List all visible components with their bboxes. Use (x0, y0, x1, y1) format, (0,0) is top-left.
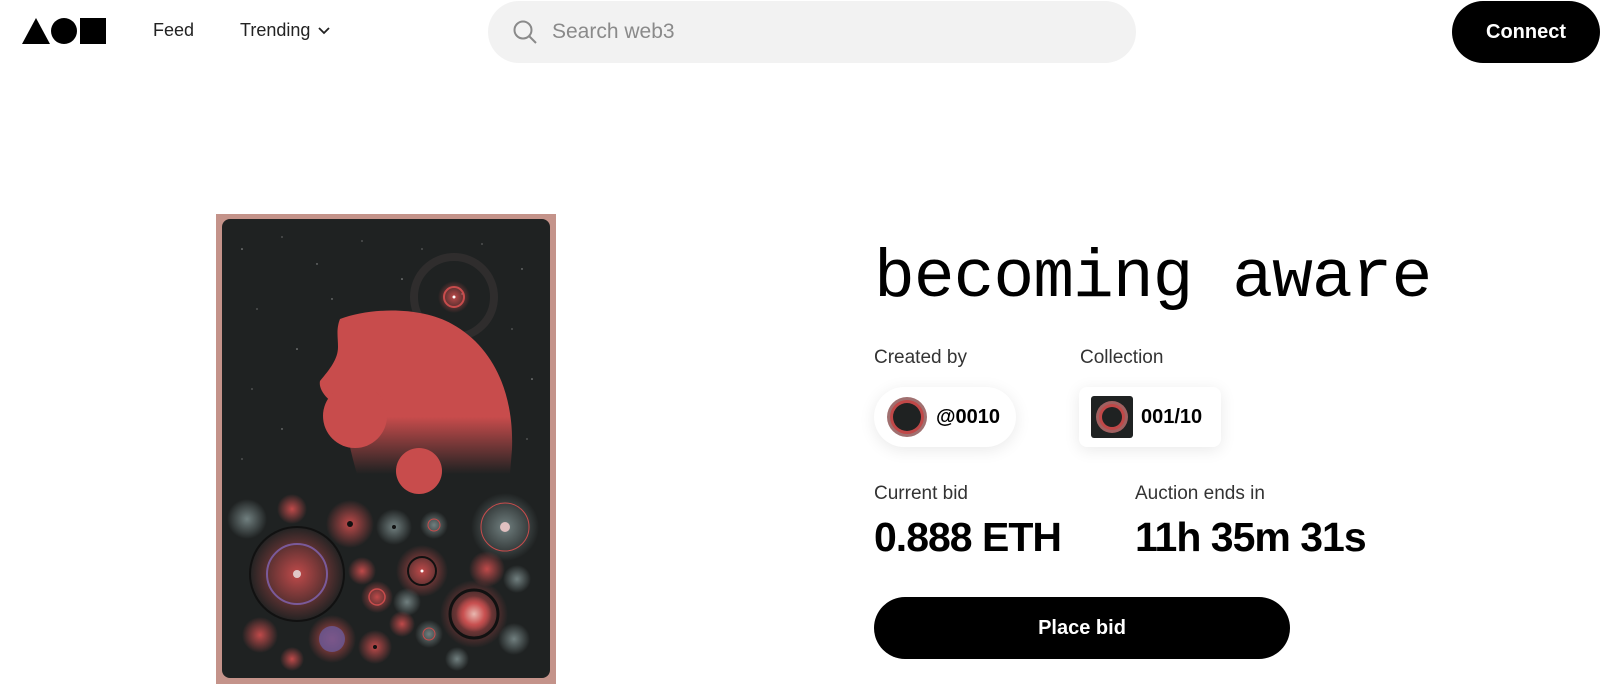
creator-handle: @0010 (936, 405, 1000, 428)
chevron-down-icon (318, 26, 331, 34)
artwork-image[interactable] (216, 214, 556, 684)
auction-countdown: 11h 35m 31s (1135, 514, 1367, 560)
auction-ends-label: Auction ends in (1135, 483, 1265, 504)
nav-trending[interactable]: Trending (240, 20, 331, 41)
created-by-label: Created by (874, 347, 967, 368)
collection-edition: 001/10 (1141, 405, 1203, 428)
current-bid-label: Current bid (874, 483, 968, 504)
current-bid-value: 0.888 ETH (874, 514, 1062, 560)
connect-button[interactable]: Connect (1452, 1, 1600, 63)
search-bar[interactable] (488, 1, 1136, 63)
collection-chip[interactable]: 001/10 (1079, 387, 1221, 447)
collection-label: Collection (1080, 347, 1164, 368)
place-bid-button[interactable]: Place bid (874, 597, 1290, 659)
collection-thumbnail (1091, 396, 1133, 438)
nav-trending-label: Trending (240, 20, 311, 40)
item-title: becoming aware (874, 240, 1432, 317)
app-logo[interactable] (22, 17, 106, 45)
nav-feed[interactable]: Feed (153, 20, 194, 41)
search-input[interactable] (550, 19, 1114, 45)
search-icon (513, 20, 537, 44)
avatar (887, 397, 927, 437)
creator-chip[interactable]: @0010 (874, 387, 1016, 447)
